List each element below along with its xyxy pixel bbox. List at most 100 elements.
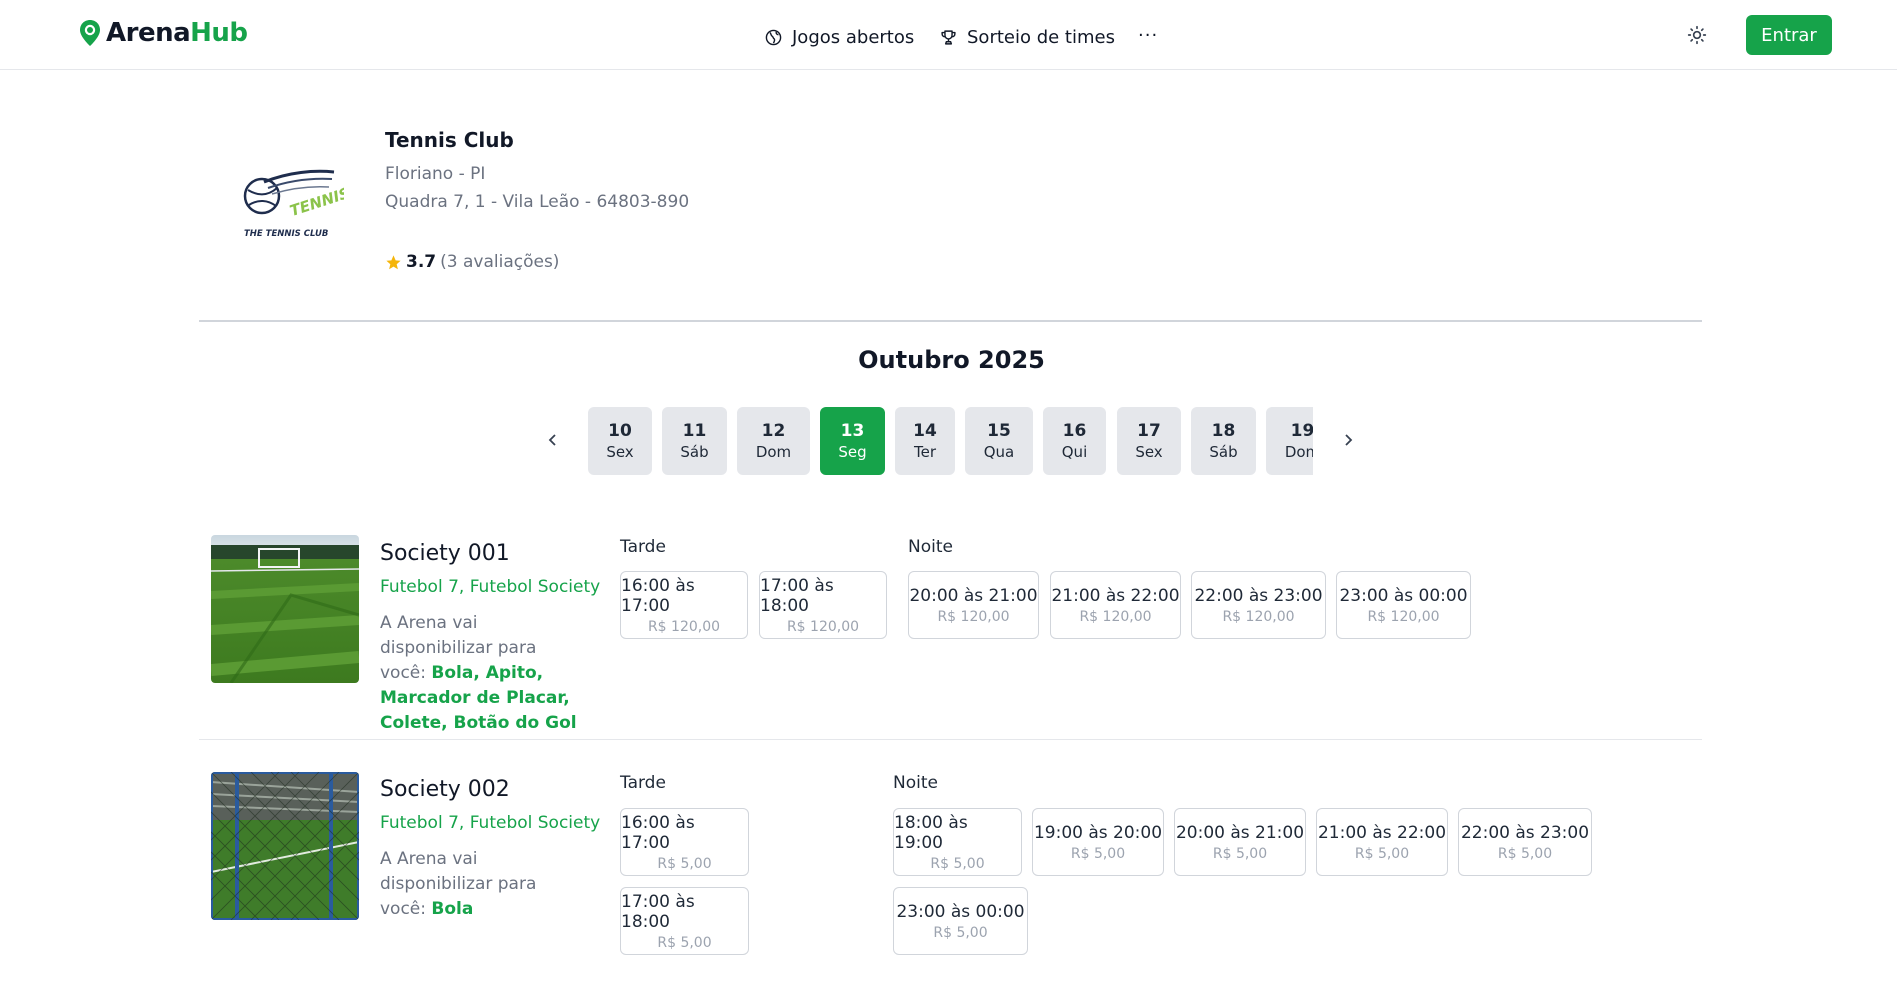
calendar-day[interactable]: 12 Dom <box>737 407 810 475</box>
chevron-left-icon <box>548 434 556 446</box>
amenities-list: Bola <box>431 899 474 919</box>
chevron-right-icon <box>1345 434 1353 446</box>
calendar-day[interactable]: 17 Sex <box>1117 407 1181 475</box>
calendar-month-title: Outubro 2025 <box>858 346 1045 374</box>
day-weekday: Sex <box>1135 443 1163 461</box>
slot-time: 19:00 às 20:00 <box>1033 822 1163 843</box>
calendar-next-button[interactable] <box>1338 430 1358 450</box>
slot-price: R$ 5,00 <box>1070 845 1126 862</box>
calendar-days-strip: 10 Sex 11 Sáb 12 Dom 13 Seg 14 Ter 15 Qua 16 Qu… <box>588 407 1313 475</box>
time-slot[interactable]: 22:00 às 23:00 R$ 5,00 <box>1458 808 1592 876</box>
brand-name: ArenaHub <box>106 18 248 48</box>
venue-address: Quadra 7, 1 - Vila Leão - 64803-890 <box>385 192 690 212</box>
day-number: 10 <box>608 421 632 441</box>
day-weekday: Dom <box>1284 443 1313 461</box>
time-slot[interactable]: 21:00 às 22:00 R$ 5,00 <box>1316 808 1448 876</box>
slot-time: 17:00 às 18:00 <box>760 575 834 616</box>
venue-rating[interactable]: 3.7 (3 avaliações) <box>385 252 559 272</box>
day-weekday: Sex <box>606 443 634 461</box>
slot-time: 18:00 às 19:00 <box>894 812 968 853</box>
slot-time: 20:00 às 21:00 <box>909 585 1038 606</box>
calendar-day[interactable]: 15 Qua <box>965 407 1033 475</box>
day-number: 18 <box>1211 421 1236 441</box>
slot-time: 21:00 às 22:00 <box>1051 585 1180 606</box>
slot-price: R$ 120,00 <box>1222 608 1295 625</box>
time-slot[interactable]: 18:00 às 19:00 R$ 5,00 <box>893 808 1022 876</box>
day-number: 12 <box>761 421 786 441</box>
globe-icon <box>765 29 782 45</box>
time-slot[interactable]: 19:00 às 20:00 R$ 5,00 <box>1032 808 1164 876</box>
day-number: 14 <box>913 421 937 441</box>
day-weekday: Seg <box>838 443 867 461</box>
more-menu-button[interactable]: ··· <box>1138 22 1158 48</box>
time-slot[interactable]: 17:00 às 18:00 R$ 120,00 <box>759 571 887 639</box>
day-weekday: Dom <box>755 443 792 461</box>
slot-price: R$ 5,00 <box>930 855 985 872</box>
time-slot[interactable]: 21:00 às 22:00 R$ 120,00 <box>1050 571 1181 639</box>
court-sports: Futebol 7, Futebol Society <box>380 813 601 833</box>
time-slot[interactable]: 20:00 às 21:00 R$ 120,00 <box>908 571 1039 639</box>
court-photo <box>211 772 359 920</box>
day-weekday: Sáb <box>1209 443 1238 461</box>
calendar-day[interactable]: 16 Qui <box>1043 407 1106 475</box>
calendar-day[interactable]: 10 Sex <box>588 407 652 475</box>
time-slot[interactable]: 22:00 às 23:00 R$ 120,00 <box>1191 571 1326 639</box>
tennis-club-logo-image: TENNIS THE TENNIS CLUB <box>243 169 352 239</box>
day-number: 16 <box>1062 421 1087 441</box>
slot-time: 16:00 às 17:00 <box>621 575 695 616</box>
court-name: Society 001 <box>380 541 510 566</box>
slot-time: 16:00 às 17:00 <box>621 812 695 853</box>
day-number: 17 <box>1137 421 1161 441</box>
login-button[interactable]: Entrar <box>1746 15 1832 55</box>
venue-name: Tennis Club <box>385 128 514 152</box>
slot-price: R$ 5,00 <box>1497 845 1553 862</box>
sun-icon <box>1687 25 1707 45</box>
court-sports: Futebol 7, Futebol Society <box>380 577 601 597</box>
section-divider <box>199 320 1702 322</box>
slot-price: R$ 5,00 <box>1354 845 1410 862</box>
nav-sorteio-label: Sorteio de times <box>967 26 1115 48</box>
slot-price: R$ 5,00 <box>933 924 988 941</box>
calendar-day[interactable]: 14 Ter <box>895 407 955 475</box>
day-weekday: Ter <box>913 443 936 461</box>
calendar-day[interactable]: 11 Sáb <box>662 407 727 475</box>
slot-price: R$ 5,00 <box>657 934 712 951</box>
court-photo <box>211 535 359 683</box>
top-navbar: ArenaHub Jogos abertos Sorteio de times … <box>0 0 1897 70</box>
slot-time: 23:00 às 00:00 <box>1339 585 1468 606</box>
calendar-day[interactable]: 19 Dom <box>1266 407 1313 475</box>
time-slot[interactable]: 20:00 às 21:00 R$ 5,00 <box>1174 808 1306 876</box>
venue-city: Floriano - PI <box>385 164 486 184</box>
time-slot[interactable]: 23:00 às 00:00 R$ 5,00 <box>893 887 1028 955</box>
slot-price: R$ 120,00 <box>1367 608 1440 625</box>
time-slot[interactable]: 23:00 às 00:00 R$ 120,00 <box>1336 571 1471 639</box>
slot-time: 21:00 às 22:00 <box>1317 822 1447 843</box>
slot-price: R$ 120,00 <box>786 618 860 635</box>
time-slot[interactable]: 16:00 às 17:00 R$ 120,00 <box>620 571 748 639</box>
time-slot[interactable]: 17:00 às 18:00 R$ 5,00 <box>620 887 749 955</box>
calendar-day[interactable]: 18 Sáb <box>1191 407 1256 475</box>
period-label-tarde: Tarde <box>620 537 666 557</box>
period-label-tarde: Tarde <box>620 773 666 793</box>
slot-price: R$ 5,00 <box>1212 845 1268 862</box>
slot-time: 22:00 às 23:00 <box>1194 585 1323 606</box>
period-label-noite: Noite <box>908 537 953 557</box>
court-name: Society 002 <box>380 777 510 802</box>
day-number: 19 <box>1290 421 1313 441</box>
slot-price: R$ 120,00 <box>1079 608 1152 625</box>
calendar-prev-button[interactable] <box>543 430 563 450</box>
slot-price: R$ 5,00 <box>657 855 712 872</box>
svg-text:THE TENNIS CLUB: THE TENNIS CLUB <box>244 229 328 239</box>
time-slot[interactable]: 16:00 às 17:00 R$ 5,00 <box>620 808 749 876</box>
theme-toggle-button[interactable] <box>1684 22 1710 48</box>
day-weekday: Qui <box>1061 443 1088 461</box>
calendar-day-selected[interactable]: 13 Seg <box>820 407 885 475</box>
slot-price: R$ 120,00 <box>647 618 721 635</box>
arenahub-logo[interactable]: ArenaHub <box>79 18 248 48</box>
slot-time: 22:00 às 23:00 <box>1460 822 1590 843</box>
society-002-field-image <box>211 772 359 920</box>
nav-sorteio-de-times[interactable]: Sorteio de times <box>940 24 1115 50</box>
nav-jogos-abertos[interactable]: Jogos abertos <box>765 24 914 50</box>
rating-count: (3 avaliações) <box>440 252 560 272</box>
star-icon <box>386 254 401 269</box>
